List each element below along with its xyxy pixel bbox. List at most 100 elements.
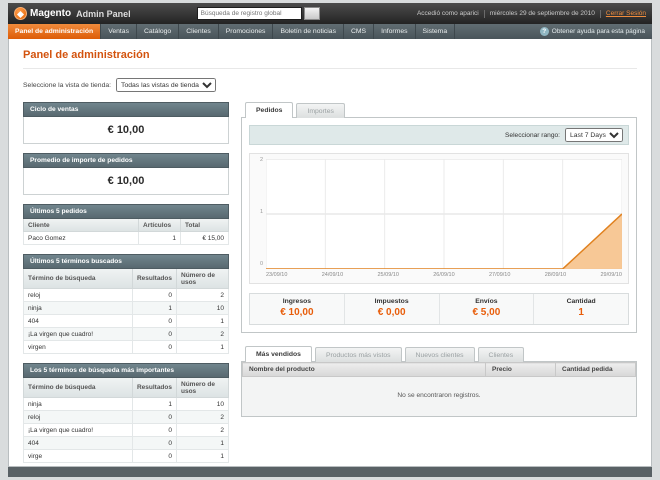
store-view-label: Seleccione la vista de tienda: xyxy=(23,81,112,89)
magento-logo-icon xyxy=(14,7,27,20)
column-header: Cliente xyxy=(23,219,139,232)
nav-item-panel-de-administraci-n[interactable]: Panel de administración xyxy=(8,24,102,39)
table-cell: 1 xyxy=(176,340,229,354)
nav-item-informes[interactable]: Informes xyxy=(374,24,416,39)
table-cell: 0 xyxy=(131,288,178,302)
table-cell: 2 xyxy=(176,288,229,302)
dashboard-left-column: Ciclo de ventas € 10,00 Promedio de impo… xyxy=(23,102,229,463)
nav-item-clientes[interactable]: Clientes xyxy=(179,24,219,39)
column-header: Número de usos xyxy=(176,378,229,398)
table-cell: 1 xyxy=(138,231,181,245)
box-title: Ciclo de ventas xyxy=(23,102,229,117)
footer-bar xyxy=(8,467,652,477)
logout-link[interactable]: Cerrar Sesión xyxy=(606,10,646,17)
grids-tabs: Más vendidos Productos más vistos Nuevos c… xyxy=(241,346,637,362)
x-axis-tick: 24/09/10 xyxy=(321,272,344,278)
nav-item-sistema[interactable]: Sistema xyxy=(416,24,456,39)
table-cell: 2 xyxy=(176,327,229,341)
global-search xyxy=(196,7,320,20)
table-cell: 1 xyxy=(131,397,178,411)
logo: Magento Admin Panel xyxy=(14,7,131,20)
session-info: Accedió como aparici miércoles 29 de sep… xyxy=(416,9,646,18)
last-search-terms-table: Término de búsqueda Resultados Número de u… xyxy=(23,269,229,354)
table-cell: 1 xyxy=(176,436,229,450)
table-row: ¡La virgen que cuadro! 0 2 xyxy=(23,423,229,437)
logged-in-as: Accedió como aparici xyxy=(416,10,479,17)
table-row: virgen 0 1 xyxy=(23,340,229,354)
current-date: miércoles 29 de septiembre de 2010 xyxy=(489,10,595,17)
table-cell: 404 xyxy=(23,436,133,450)
x-axis-tick: 28/09/10 xyxy=(544,272,567,278)
table-cell: virge xyxy=(23,449,133,463)
stat-value: 1 xyxy=(578,307,584,318)
box-title: Últimos 5 términos buscados xyxy=(23,254,229,269)
table-cell: 2 xyxy=(176,410,229,424)
store-switcher: Seleccione la vista de tienda: Todas las… xyxy=(23,78,637,92)
stat-ingresos: Ingresos € 10,00 xyxy=(250,294,345,324)
table-cell: ninja xyxy=(23,301,133,315)
stat-impuestos: Impuestos € 0,00 xyxy=(345,294,440,324)
tab-m-s-vendidos[interactable]: Más vendidos xyxy=(245,346,312,362)
table-cell: 0 xyxy=(131,436,178,450)
admin-header: Magento Admin Panel Accedió como aparici… xyxy=(8,3,652,24)
tab-productos-m-s-vistos[interactable]: Productos más vistos xyxy=(314,347,402,362)
table-cell: 0 xyxy=(131,449,178,463)
table-row: 404 0 1 xyxy=(23,436,229,450)
range-label: Seleccionar rango: xyxy=(505,131,560,139)
chart-y-axis: 2 1 0 xyxy=(252,157,266,267)
table-row: ninja 1 10 xyxy=(23,301,229,315)
table-cell: 2 xyxy=(176,423,229,437)
table-cell: 10 xyxy=(176,301,229,315)
stat-label: Impuestos xyxy=(374,298,409,305)
stat-cantidad: Cantidad 1 xyxy=(534,294,628,324)
table-cell: virgen xyxy=(23,340,133,354)
nav-item-cat-logo[interactable]: Catálogo xyxy=(137,24,180,39)
y-axis-tick: 0 xyxy=(259,261,263,267)
nav-item-bolet-n-de-noticias[interactable]: Boletín de noticias xyxy=(273,24,344,39)
dashboard-main-column: Pedidos Importes Seleccionar rango: Last… xyxy=(241,102,637,417)
range-select[interactable]: Last 7 Days xyxy=(565,128,623,142)
top-search-terms-box: Los 5 términos de búsqueda más important… xyxy=(23,363,229,463)
x-axis-tick: 29/09/10 xyxy=(600,272,622,278)
table-cell: 0 xyxy=(131,410,178,424)
column-header: Nombre del producto xyxy=(242,362,486,377)
tab-importes[interactable]: Importes xyxy=(296,103,345,118)
column-header: Cantidad pedida xyxy=(555,362,636,377)
column-header: Total xyxy=(180,219,229,232)
stat-value: € 0,00 xyxy=(377,307,406,318)
tab-pedidos[interactable]: Pedidos xyxy=(245,102,294,118)
x-axis-tick: 27/09/10 xyxy=(489,272,511,278)
table-row: reloj 0 2 xyxy=(23,410,229,424)
page-help-link[interactable]: ? Obtener ayuda para esta página xyxy=(533,24,652,39)
nav-items: Panel de administración Ventas Catálogo Cli… xyxy=(8,24,456,39)
y-axis-tick: 1 xyxy=(259,209,263,215)
search-submit-button[interactable] xyxy=(303,7,320,20)
range-bar: Seleccionar rango: Last 7 Days xyxy=(249,125,629,145)
table-cell: 404 xyxy=(23,314,133,328)
nav-item-cms[interactable]: CMS xyxy=(344,24,375,39)
y-axis-tick: 2 xyxy=(259,157,263,163)
average-orders-value: € 10,00 xyxy=(23,168,229,195)
lifetime-sales-box: Ciclo de ventas € 10,00 xyxy=(23,102,229,144)
table-row: reloj 0 2 xyxy=(23,288,229,302)
column-header: Número de usos xyxy=(176,269,229,289)
tab-nuevos-clientes[interactable]: Nuevos clientes xyxy=(404,347,475,362)
stat-label: Cantidad xyxy=(566,298,596,305)
nav-item-ventas[interactable]: Ventas xyxy=(101,24,137,39)
table-cell: 1 xyxy=(131,301,178,315)
box-title: Últimos 5 pedidos xyxy=(23,204,229,219)
table-cell: reloj xyxy=(23,410,133,424)
diagram-tabs: Pedidos Importes xyxy=(241,102,637,118)
table-cell: ninja xyxy=(23,397,133,411)
global-search-input[interactable] xyxy=(196,7,302,20)
tab-clientes[interactable]: Clientes xyxy=(477,347,525,362)
table-header-row: Término de búsqueda Resultados Número de u… xyxy=(23,269,229,289)
nav-item-promociones[interactable]: Promociones xyxy=(219,24,274,39)
lifetime-sales-value: € 10,00 xyxy=(23,117,229,144)
column-header: Artículos xyxy=(138,219,181,232)
column-header: Resultados xyxy=(131,269,178,289)
table-cell: 0 xyxy=(131,340,178,354)
store-view-select[interactable]: Todas las vistas de tienda xyxy=(116,78,217,92)
box-title: Promedio de importe de pedidos xyxy=(23,153,229,168)
orders-panel: Seleccionar rango: Last 7 Days 2 1 0 23/09… xyxy=(241,117,637,333)
